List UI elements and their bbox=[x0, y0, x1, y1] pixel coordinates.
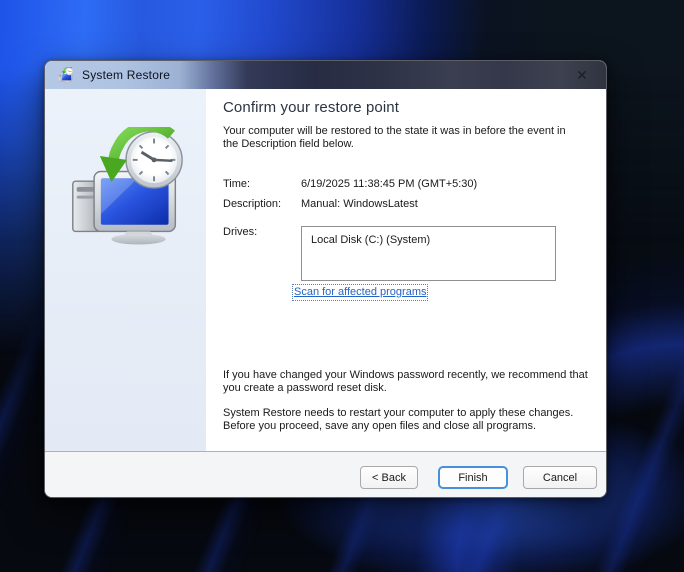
system-restore-window: System Restore ✕ Confirm your restore po… bbox=[44, 60, 607, 498]
close-button[interactable]: ✕ bbox=[568, 63, 596, 87]
scan-affected-programs-link[interactable]: Scan for affected programs bbox=[294, 286, 426, 299]
description-label: Description: bbox=[223, 198, 301, 211]
drives-listbox[interactable]: Local Disk (C:) (System) bbox=[301, 226, 556, 281]
drives-label: Drives: bbox=[223, 226, 301, 281]
finish-button[interactable]: Finish bbox=[438, 466, 508, 489]
password-note: If you have changed your Windows passwor… bbox=[223, 369, 601, 395]
back-button[interactable]: < Back bbox=[360, 466, 418, 489]
cancel-button[interactable]: Cancel bbox=[523, 466, 597, 489]
time-label: Time: bbox=[223, 178, 301, 191]
page-title: Confirm your restore point bbox=[223, 98, 606, 117]
system-restore-icon bbox=[63, 127, 189, 245]
wizard-content: Confirm your restore point Your computer… bbox=[206, 89, 606, 451]
wizard-sidebar bbox=[45, 89, 206, 451]
time-value: 6/19/2025 11:38:45 PM (GMT+5:30) bbox=[301, 178, 477, 191]
window-title: System Restore bbox=[82, 68, 170, 82]
drive-item[interactable]: Local Disk (C:) (System) bbox=[311, 234, 546, 247]
description-value: Manual: WindowsLatest bbox=[301, 198, 418, 211]
button-bar: < Back Finish Cancel bbox=[45, 451, 606, 497]
system-restore-window-icon bbox=[57, 67, 74, 83]
time-row: Time: 6/19/2025 11:38:45 PM (GMT+5:30) bbox=[223, 178, 606, 191]
wizard-body: Confirm your restore point Your computer… bbox=[45, 89, 606, 451]
close-icon: ✕ bbox=[576, 68, 588, 82]
restart-note: System Restore needs to restart your com… bbox=[223, 407, 601, 433]
drives-row: Drives: Local Disk (C:) (System) bbox=[223, 226, 606, 281]
description-row: Description: Manual: WindowsLatest bbox=[223, 198, 606, 211]
titlebar[interactable]: System Restore ✕ bbox=[45, 61, 606, 89]
intro-text: Your computer will be restored to the st… bbox=[223, 125, 583, 151]
